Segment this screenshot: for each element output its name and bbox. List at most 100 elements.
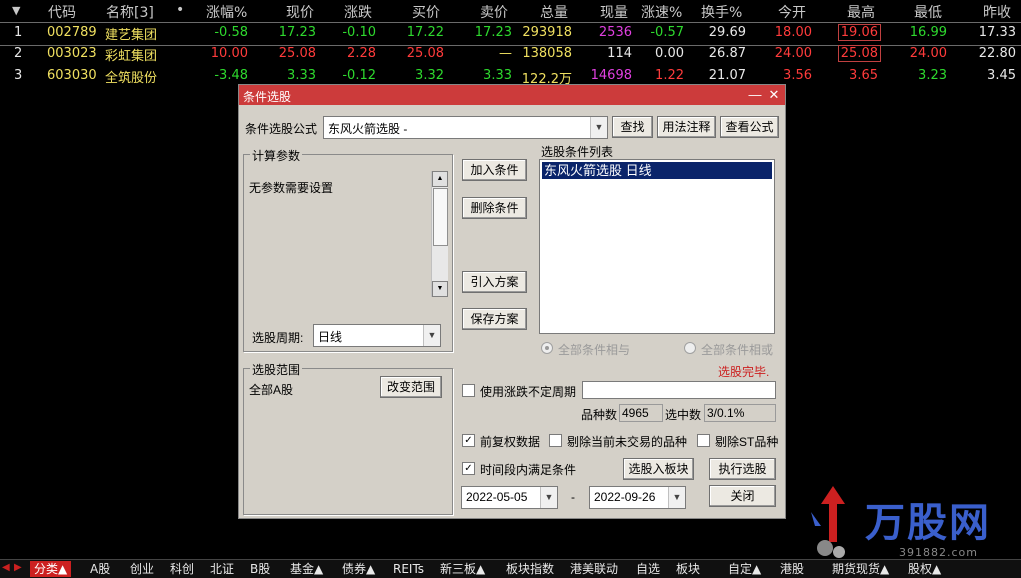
formula-combo[interactable]: 东风火箭选股 - ▼ [323, 116, 608, 139]
price: 25.08 [278, 46, 316, 61]
row-index: 2 [14, 46, 23, 61]
usage-notes-button[interactable]: 用法注释 [657, 116, 716, 138]
close-button[interactable]: 关闭 [709, 485, 776, 507]
exclude-st-label: 剔除ST品种 [715, 435, 779, 449]
radio-and[interactable] [541, 342, 553, 354]
minimize-icon[interactable]: — [747, 87, 763, 103]
close-icon[interactable]: ✕ [766, 87, 782, 103]
tab-futures[interactable]: 期货现货▲ [832, 561, 889, 577]
exclude-notrade-label: 剔除当前未交易的品种 [567, 435, 688, 449]
col-name[interactable]: 名称[3] [106, 2, 154, 22]
range-group-title: 选股范围 [250, 361, 303, 378]
ask: 17.23 [474, 25, 512, 40]
import-scheme-button[interactable]: 引入方案 [462, 271, 527, 293]
tab-neeq[interactable]: 新三板▲ [440, 561, 485, 577]
save-scheme-button[interactable]: 保存方案 [462, 308, 527, 330]
tab-star[interactable]: 科创 [170, 561, 194, 577]
bid: 25.08 [406, 46, 444, 61]
selected-label: 选中数 [665, 408, 702, 422]
col-turnover[interactable]: 换手% [701, 2, 742, 22]
table-row[interactable]: 1 002789 建艺集团 -0.58 17.23 -0.10 17.22 17… [0, 22, 1021, 46]
count-label: 品种数 [581, 408, 618, 422]
scroll-down-icon[interactable]: ▼ [432, 281, 448, 297]
condition-list[interactable]: 东风火箭选股 日线 [539, 159, 775, 334]
table-row[interactable]: 2 003023 彩虹集团 10.00 25.08 2.28 25.08 — 1… [0, 44, 1021, 66]
params-text: 无参数需要设置 [249, 181, 334, 195]
tab-chinext[interactable]: 创业 [130, 561, 154, 577]
dialog-titlebar[interactable]: 条件选股 — ✕ [239, 85, 785, 105]
low: 3.23 [918, 68, 947, 83]
radio-or-label: 全部条件相或 [701, 343, 774, 357]
col-bid[interactable]: 买价 [412, 2, 440, 22]
col-vol[interactable]: 总量 [540, 2, 568, 22]
tab-hk-us-link[interactable]: 港美联动 [570, 561, 618, 577]
tab-category[interactable]: 分类▲ [30, 561, 72, 577]
tab-b-shares[interactable]: B股 [250, 561, 270, 577]
delete-condition-button[interactable]: 删除条件 [462, 197, 527, 219]
formula-label: 条件选股公式 [245, 122, 318, 136]
change-range-button[interactable]: 改变范围 [380, 376, 442, 398]
exclude-notrade-checkbox[interactable] [549, 434, 562, 447]
interval-checkbox[interactable]: ✓ [462, 462, 475, 475]
view-formula-button[interactable]: 查看公式 [720, 116, 779, 138]
tab-watchlist[interactable]: 自选 [636, 561, 660, 577]
tab-bonds[interactable]: 债券▲ [342, 561, 375, 577]
col-ask[interactable]: 卖价 [480, 2, 508, 22]
period-input[interactable] [582, 381, 776, 399]
col-speed[interactable]: 涨速% [641, 2, 682, 22]
use-period-checkbox[interactable] [462, 384, 475, 397]
run-selection-button[interactable]: 执行选股 [709, 458, 776, 480]
prev-close: 3.45 [987, 68, 1016, 83]
col-high[interactable]: 最高 [847, 2, 875, 22]
col-cur[interactable]: 现量 [600, 2, 628, 22]
date-to-combo[interactable]: 2022-09-26 ▼ [589, 486, 686, 509]
radio-or[interactable] [684, 342, 696, 354]
chevron-down-icon[interactable]: ▼ [423, 325, 440, 346]
dialog-title: 条件选股 [243, 90, 292, 104]
volume: 138058 [522, 46, 572, 61]
col-price[interactable]: 现价 [286, 2, 314, 22]
col-chg[interactable]: 涨跌 [344, 2, 372, 22]
params-group: 计算参数 无参数需要设置 ▲ ▼ 选股周期: 日线 ▼ [243, 147, 453, 352]
chevron-down-icon[interactable]: ▼ [590, 117, 607, 138]
scroll-up-icon[interactable]: ▲ [432, 171, 448, 187]
period-combo[interactable]: 日线 ▼ [313, 324, 441, 347]
open: 3.56 [783, 68, 812, 83]
col-code[interactable]: 代码 [48, 2, 76, 22]
tab-reits[interactable]: REITs [393, 561, 424, 577]
tab-sector-index[interactable]: 板块指数 [506, 561, 554, 577]
tab-left-arrow-icon[interactable]: ◀ [2, 562, 12, 575]
add-condition-button[interactable]: 加入条件 [462, 159, 527, 181]
tab-funds[interactable]: 基金▲ [290, 561, 323, 577]
date-from-combo[interactable]: 2022-05-05 ▼ [461, 486, 558, 509]
price: 3.33 [287, 68, 316, 83]
tab-options[interactable]: 股权▲ [908, 561, 941, 577]
tab-a-shares[interactable]: A股 [90, 561, 110, 577]
params-scrollbar[interactable]: ▲ ▼ [431, 171, 448, 297]
to-block-button[interactable]: 选股入板块 [623, 458, 694, 480]
col-dot: • [176, 2, 185, 18]
status-text: 选股完毕. [718, 365, 770, 379]
col-prev[interactable]: 昨收 [983, 2, 1011, 22]
logo-text: 万股网 [865, 500, 991, 546]
chevron-down-icon[interactable]: ▼ [668, 487, 685, 508]
tab-custom[interactable]: 自定▲ [728, 561, 761, 577]
triangle-down-icon[interactable]: ▼ [12, 4, 20, 17]
tab-hk[interactable]: 港股 [780, 561, 804, 577]
list-item[interactable]: 东风火箭选股 日线 [542, 162, 772, 179]
col-open[interactable]: 今开 [778, 2, 806, 22]
col-low[interactable]: 最低 [914, 2, 942, 22]
condition-list-label: 选股条件列表 [541, 145, 614, 159]
tab-right-arrow-icon[interactable]: ▶ [14, 562, 24, 575]
exclude-st-checkbox[interactable] [697, 434, 710, 447]
tab-sectors[interactable]: 板块 [676, 561, 700, 577]
pct-change: -3.48 [214, 68, 248, 83]
tab-beijing[interactable]: 北证 [210, 561, 234, 577]
range-value: 全部A股 [249, 383, 294, 397]
find-button[interactable]: 查找 [612, 116, 653, 138]
prefq-checkbox[interactable]: ✓ [462, 434, 475, 447]
speed: -0.57 [650, 25, 684, 40]
col-pct[interactable]: 涨幅% [206, 2, 247, 22]
scroll-thumb[interactable] [433, 188, 448, 246]
chevron-down-icon[interactable]: ▼ [540, 487, 557, 508]
